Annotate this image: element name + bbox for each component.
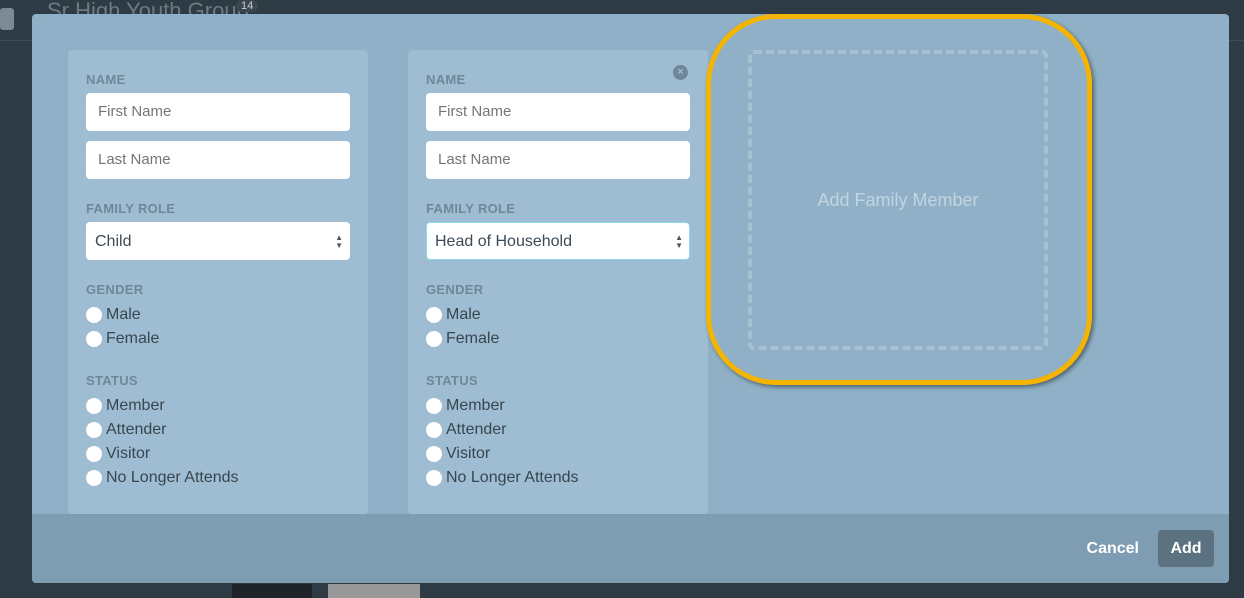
profile-photo bbox=[328, 584, 420, 598]
family-role-value: Head of Household bbox=[435, 233, 572, 250]
radio-label: Attender bbox=[446, 421, 507, 438]
radio-icon bbox=[86, 446, 102, 462]
name-label: NAME bbox=[86, 72, 126, 87]
radio-icon bbox=[426, 470, 442, 486]
radio-icon bbox=[86, 470, 102, 486]
status-member-radio[interactable]: Member bbox=[86, 394, 350, 418]
status-label: STATUS bbox=[86, 373, 138, 388]
member-card-1: NAME FAMILY ROLE Child ▲▼ GENDER Male Fem… bbox=[68, 50, 368, 514]
radio-icon bbox=[426, 307, 442, 323]
highlight-ring bbox=[706, 14, 1092, 385]
status-label: STATUS bbox=[426, 373, 478, 388]
select-arrows-icon: ▲ ▼ bbox=[675, 233, 683, 250]
last-name-input[interactable] bbox=[86, 141, 350, 179]
gender-male-radio[interactable]: Male bbox=[426, 303, 690, 327]
background-panel bbox=[232, 584, 312, 598]
radio-icon bbox=[86, 331, 102, 347]
radio-icon bbox=[426, 398, 442, 414]
gender-female-radio[interactable]: Female bbox=[86, 327, 350, 351]
radio-label: Member bbox=[106, 397, 165, 414]
radio-icon bbox=[86, 422, 102, 438]
radio-icon bbox=[86, 307, 102, 323]
radio-icon bbox=[426, 422, 442, 438]
select-arrows-icon: ▲ ▼ bbox=[335, 233, 343, 250]
first-name-input[interactable] bbox=[86, 93, 350, 131]
family-role-label: FAMILY ROLE bbox=[426, 201, 516, 216]
status-visitor-radio[interactable]: Visitor bbox=[426, 442, 690, 466]
radio-label: No Longer Attends bbox=[106, 469, 239, 486]
radio-label: Member bbox=[446, 397, 505, 414]
family-role-select[interactable]: Head of Household ▲ ▼ bbox=[426, 222, 690, 260]
status-attender-radio[interactable]: Attender bbox=[86, 418, 350, 442]
first-name-input[interactable] bbox=[426, 93, 690, 131]
radio-label: Attender bbox=[106, 421, 167, 438]
radio-label: Female bbox=[446, 330, 500, 347]
status-no-longer-attends-radio[interactable]: No Longer Attends bbox=[426, 466, 690, 490]
remove-member-icon[interactable]: × bbox=[673, 65, 688, 80]
status-no-longer-attends-radio[interactable]: No Longer Attends bbox=[86, 466, 350, 490]
radio-icon bbox=[426, 446, 442, 462]
radio-label: Visitor bbox=[106, 445, 151, 462]
status-visitor-radio[interactable]: Visitor bbox=[86, 442, 350, 466]
family-role-label: FAMILY ROLE bbox=[86, 201, 176, 216]
member-count-badge: 14 bbox=[236, 0, 259, 12]
gender-male-radio[interactable]: Male bbox=[86, 303, 350, 327]
family-role-select[interactable]: Child ▲ ▼ bbox=[86, 222, 350, 260]
add-family-modal: NAME FAMILY ROLE Child ▲▼ GENDER Male Fem… bbox=[32, 14, 1229, 583]
gender-label: GENDER bbox=[86, 282, 144, 297]
gender-female-radio[interactable]: Female bbox=[426, 327, 690, 351]
modal-footer: Cancel Add bbox=[32, 514, 1229, 583]
radio-label: Male bbox=[446, 306, 481, 323]
radio-icon bbox=[86, 398, 102, 414]
member-card-2: × NAME FAMILY ROLE Head of Household ▲▼ G… bbox=[408, 50, 708, 514]
radio-icon bbox=[426, 331, 442, 347]
status-member-radio[interactable]: Member bbox=[426, 394, 690, 418]
radio-label: No Longer Attends bbox=[446, 469, 579, 486]
last-name-input[interactable] bbox=[426, 141, 690, 179]
calendar-icon bbox=[0, 8, 14, 30]
name-label: NAME bbox=[426, 72, 466, 87]
add-button[interactable]: Add bbox=[1158, 530, 1214, 567]
status-attender-radio[interactable]: Attender bbox=[426, 418, 690, 442]
radio-label: Male bbox=[106, 306, 141, 323]
radio-label: Visitor bbox=[446, 445, 491, 462]
family-role-value: Child bbox=[95, 233, 132, 250]
gender-label: GENDER bbox=[426, 282, 484, 297]
radio-label: Female bbox=[106, 330, 160, 347]
cancel-button[interactable]: Cancel bbox=[1087, 540, 1139, 558]
